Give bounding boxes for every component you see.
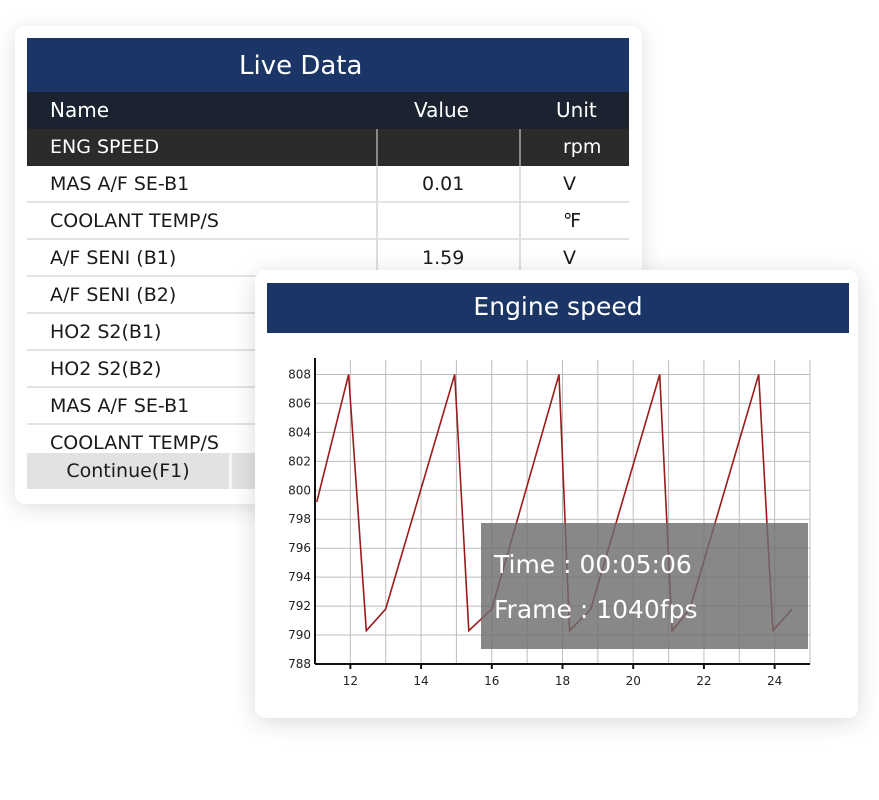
x-tick-label: 22 [696, 674, 711, 688]
function-button[interactable] [232, 453, 257, 489]
y-tick-label: 806 [288, 396, 311, 410]
row-name: MAS A/F SE-B1 [50, 395, 190, 417]
live-data-title: Live Data [239, 51, 363, 81]
live-data-title-bar: Live Data [27, 38, 629, 92]
column-header-value[interactable]: Value [414, 98, 469, 122]
row-name: HO2 S2(B2) [50, 358, 162, 380]
table-row[interactable]: MAS A/F SE-B1 0.01 V [27, 166, 629, 203]
y-tick-label: 788 [288, 657, 311, 671]
y-tick-label: 798 [288, 512, 311, 526]
row-unit: V [563, 173, 576, 195]
x-tick-label: 12 [343, 674, 358, 688]
y-tick-label: 808 [288, 367, 311, 381]
x-tick-label: 24 [767, 674, 782, 688]
y-tick-label: 794 [288, 570, 311, 584]
y-tick-label: 800 [288, 483, 311, 497]
y-tick-label: 792 [288, 599, 311, 613]
frame-readout: Frame : 1040fps [494, 595, 698, 624]
row-value: 0.01 [422, 173, 465, 195]
x-tick-label: 20 [626, 674, 641, 688]
table-header: Name Value Unit [27, 92, 629, 129]
x-tick-label: 18 [555, 674, 570, 688]
column-divider [519, 166, 521, 278]
row-name: A/F SENI (B2) [50, 284, 177, 306]
row-name: ENG SPEED [50, 136, 160, 158]
row-name: MAS A/F SE-B1 [50, 173, 190, 195]
row-name: COOLANT TEMP/S [50, 210, 219, 232]
continue-button[interactable]: Continue(F1) [27, 453, 229, 489]
engine-speed-title: Engine speed [267, 283, 849, 333]
column-header-unit[interactable]: Unit [556, 98, 597, 122]
time-readout: Time : 00:05:06 [494, 550, 692, 579]
table-row[interactable]: COOLANT TEMP/S ℉ [27, 203, 629, 240]
y-tick-label: 804 [288, 425, 311, 439]
table-row-selected[interactable]: ENG SPEED rpm [27, 129, 629, 166]
row-unit: V [563, 247, 576, 269]
x-tick-label: 14 [413, 674, 428, 688]
row-unit: rpm [563, 136, 602, 158]
function-key-bar: Continue(F1) [27, 453, 257, 489]
row-name: A/F SENI (B1) [50, 247, 177, 269]
x-tick-label: 16 [484, 674, 499, 688]
row-name: COOLANT TEMP/S [50, 432, 219, 454]
y-tick-label: 790 [288, 628, 311, 642]
column-divider [376, 166, 378, 278]
row-name: HO2 S2(B1) [50, 321, 162, 343]
column-header-name[interactable]: Name [50, 98, 109, 122]
column-divider [519, 129, 521, 166]
column-divider [376, 129, 378, 166]
row-unit: ℉ [563, 210, 582, 232]
y-tick-label: 802 [288, 454, 311, 468]
row-value: 1.59 [422, 247, 465, 269]
y-tick-label: 796 [288, 541, 311, 555]
info-overlay: Time : 00:05:06 Frame : 1040fps [481, 523, 808, 649]
